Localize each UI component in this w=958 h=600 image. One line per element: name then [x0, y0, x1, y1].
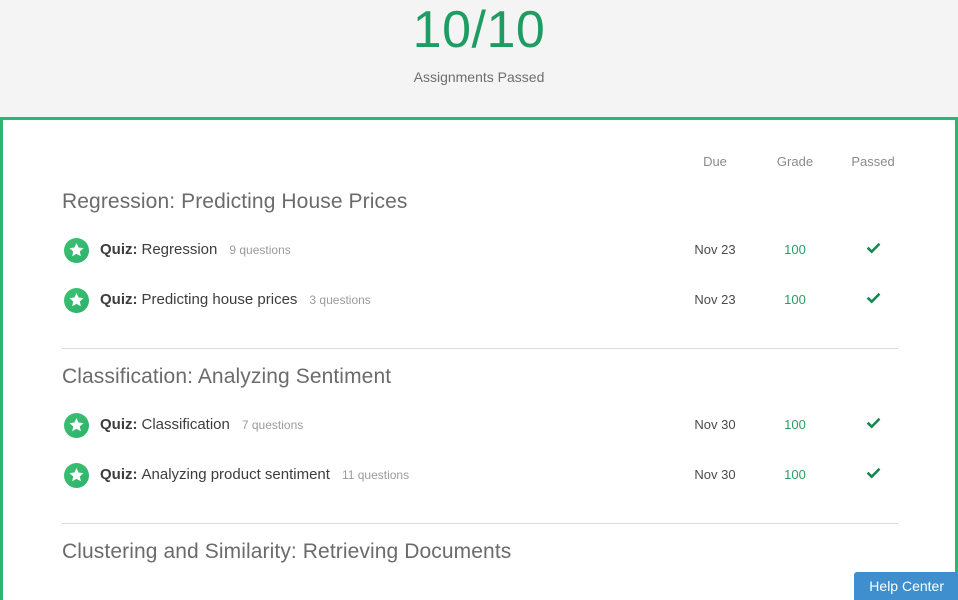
column-header-passed: Passed: [851, 154, 895, 169]
check-icon: [866, 467, 880, 479]
column-header-due: Due: [703, 154, 727, 169]
assignment-kind: Quiz:: [100, 241, 138, 258]
assignment-label: Quiz: Predicting house prices 3 questions: [100, 286, 371, 314]
assignment-row[interactable]: Quiz: Predicting house prices 3 questions …: [3, 280, 955, 330]
assignment-name: Analyzing product sentiment: [141, 466, 330, 483]
section-items: Quiz: Classification 7 questions Nov 30 10…: [3, 405, 955, 505]
assignment-passed: [827, 236, 919, 264]
star-badge-icon: [64, 413, 89, 438]
assignment-due: Nov 30: [694, 467, 736, 482]
section-divider: [62, 523, 898, 524]
assignment-section: Regression: Predicting House Prices Quiz…: [3, 188, 955, 363]
help-center-button[interactable]: Help Center: [854, 572, 958, 600]
assignment-question-count: 9 questions: [229, 243, 291, 257]
check-icon: [866, 292, 880, 304]
assignment-passed: [827, 411, 919, 439]
assignments-panel-inner: Due Grade Passed Regression: Predicting …: [3, 120, 955, 600]
assignment-question-count: 3 questions: [309, 293, 371, 307]
section-items: Quiz:Regression9 questions Nov 23 100: [3, 230, 955, 330]
assignment-due: Nov 23: [694, 292, 736, 307]
assignment-sections: Regression: Predicting House Prices Quiz…: [3, 188, 955, 566]
assignment-row[interactable]: Quiz: Regression 9 questions Nov 23 100: [3, 230, 955, 280]
assignment-label: Quiz: Regression 9 questions: [100, 236, 291, 264]
table-column-headers: Due Grade Passed: [3, 152, 955, 172]
section-divider: [62, 348, 898, 349]
assignment-name: Regression: [141, 241, 218, 258]
section-title: Classification: Analyzing Sentiment: [62, 365, 392, 388]
assignments-page: 10/10 Assignments Passed Due Grade Passe…: [0, 0, 958, 600]
assignment-row[interactable]: Quiz: Classification 7 questions Nov 30 10…: [3, 405, 955, 455]
check-icon: [866, 417, 880, 429]
assignment-section: Clustering and Similarity: Retrieving Do…: [3, 538, 955, 566]
assignment-due: Nov 30: [694, 417, 736, 432]
assignment-name: Classification: [141, 416, 230, 433]
assignment-row[interactable]: Quiz: Analyzing product sentiment 11 quest…: [3, 455, 955, 505]
assignments-passed-caption: Assignments Passed: [413, 69, 545, 85]
assignment-kind: Quiz:: [100, 466, 138, 483]
star-badge-icon: [64, 288, 89, 313]
assignment-kind: Quiz:: [100, 291, 138, 308]
section-title: Clustering and Similarity: Retrieving Do…: [62, 540, 512, 563]
star-badge-icon: [64, 238, 89, 263]
summary-banner: 10/10 Assignments Passed: [0, 0, 958, 117]
assignment-kind: Quiz:: [100, 416, 138, 433]
assignment-passed: [827, 286, 919, 314]
check-icon: [866, 242, 880, 254]
assignment-question-count: 7 questions: [241, 418, 304, 432]
assignments-passed-score: 10/10: [412, 1, 546, 59]
assignment-label: Quiz: Analyzing product sentiment 11 quest…: [100, 461, 409, 489]
assignment-section: Classification: Analyzing Sentiment Quiz…: [3, 363, 955, 538]
assignment-passed: [827, 461, 919, 489]
assignment-question-count: 11 questions: [341, 468, 410, 482]
assignment-due: Nov 23: [694, 242, 736, 257]
star-badge-icon: [64, 463, 89, 488]
assignments-panel: Due Grade Passed Regression: Predicting …: [0, 117, 958, 600]
assignment-label: Quiz: Classification 7 questions: [100, 411, 303, 439]
assignment-name: Predicting house prices: [141, 291, 298, 308]
section-title: Regression: Predicting House Prices: [62, 190, 408, 213]
